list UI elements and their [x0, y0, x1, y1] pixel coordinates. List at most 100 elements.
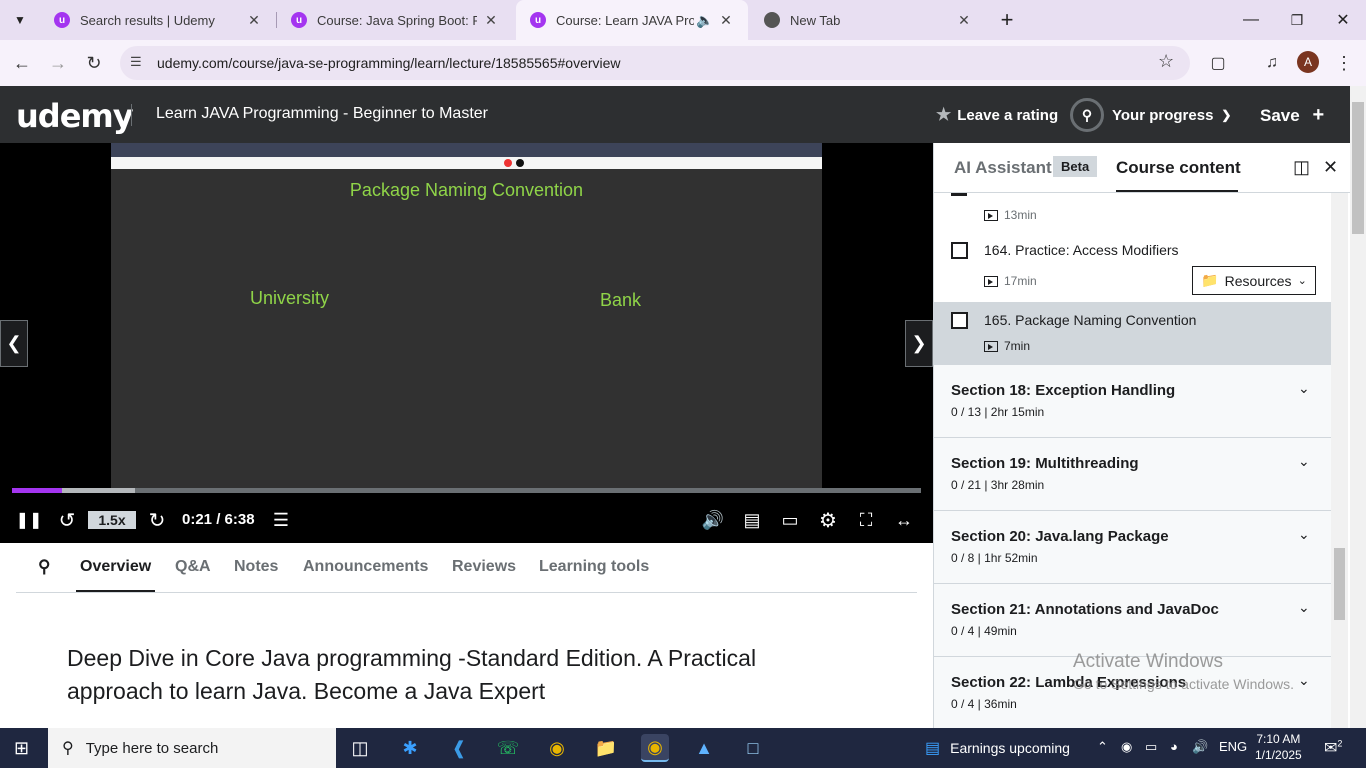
settings-gear-icon[interactable]: ⚙: [814, 507, 842, 533]
rewind-icon[interactable]: ↺: [54, 507, 80, 533]
next-lecture-button[interactable]: ❯: [905, 320, 933, 367]
fullscreen-icon[interactable]: ⛶: [852, 507, 880, 533]
section-title: Section 19: Multithreading: [951, 455, 1139, 472]
tab-ai-assistant[interactable]: AI Assistant: [954, 158, 1052, 178]
page-scroll-thumb[interactable]: [1352, 102, 1364, 234]
minimize-button[interactable]: —: [1228, 0, 1274, 40]
close-tab-icon[interactable]: ✕: [718, 12, 734, 29]
section-19[interactable]: Section 19: Multithreading 0 / 21 | 3hr …: [934, 438, 1332, 511]
seek-bar[interactable]: [12, 488, 921, 493]
resources-dropdown[interactable]: 📁 Resources ⌄: [1192, 266, 1316, 295]
close-tab-icon[interactable]: ✕: [483, 12, 499, 29]
task-view-icon[interactable]: ◫: [346, 734, 374, 762]
lecture-checkbox[interactable]: [951, 242, 968, 259]
windows-start-icon[interactable]: ⊞: [14, 738, 29, 759]
taskbar-search-box[interactable]: ⚲ Type here to search: [48, 728, 336, 768]
sidebar-scroll-thumb[interactable]: [1334, 548, 1345, 620]
sidebar-scrollbar[interactable]: [1331, 193, 1348, 728]
site-info-icon[interactable]: ☰: [130, 54, 148, 72]
udemy-logo[interactable]: udemy: [16, 97, 134, 135]
browser-tab-search-results[interactable]: u Search results | Udemy ✕: [40, 0, 276, 40]
add-note-icon[interactable]: ☰: [268, 507, 294, 533]
red-pen-icon: [504, 159, 512, 167]
section-18[interactable]: Section 18: Exception Handling 0 / 13 | …: [934, 365, 1332, 438]
tab-overview[interactable]: Overview: [80, 558, 151, 576]
section-21[interactable]: Section 21: Annotations and JavaDoc 0 / …: [934, 584, 1332, 657]
section-meta: 0 / 21 | 3hr 28min: [951, 478, 1045, 492]
close-window-button[interactable]: ✕: [1320, 0, 1366, 40]
battery-icon[interactable]: ▭: [1145, 739, 1157, 755]
course-title[interactable]: Learn JAVA Programming - Beginner to Mas…: [156, 105, 488, 123]
checkbox-partial[interactable]: [951, 193, 967, 196]
lecture-checkbox[interactable]: [951, 312, 968, 329]
show-hidden-icons-icon[interactable]: ⌃: [1097, 739, 1108, 755]
new-tab-button[interactable]: +: [984, 0, 1030, 40]
file-explorer-icon[interactable]: 📁: [592, 734, 620, 762]
tab-course-content[interactable]: Course content: [1116, 158, 1241, 178]
tab-qa[interactable]: Q&A: [175, 558, 211, 576]
taskbar-clock[interactable]: 7:10 AM 1/1/2025: [1255, 731, 1302, 763]
previous-lecture-button[interactable]: ❮: [0, 320, 28, 367]
restore-button[interactable]: ❐: [1274, 0, 1320, 40]
close-sidebar-icon[interactable]: ✕: [1323, 157, 1338, 178]
expand-width-icon[interactable]: ↔: [890, 507, 918, 533]
leave-rating-button[interactable]: ★ Leave a rating: [936, 105, 1058, 125]
lecture-item-165-current[interactable]: 165. Package Naming Convention 7min: [934, 302, 1332, 365]
menu-kebab-icon[interactable]: ⋮: [1329, 48, 1359, 78]
black-pen-icon: [516, 159, 524, 167]
tab-reviews[interactable]: Reviews: [452, 558, 516, 576]
dock-panel-icon[interactable]: ◫: [1293, 157, 1310, 178]
bookmark-star-icon[interactable]: ☆: [1158, 51, 1174, 72]
tab-learning-tools[interactable]: Learning tools: [539, 558, 649, 576]
profile-avatar[interactable]: A: [1297, 51, 1319, 73]
chrome-icon[interactable]: ◉: [543, 734, 571, 762]
tab-notes[interactable]: Notes: [234, 558, 278, 576]
vscode-icon[interactable]: ❰: [445, 734, 473, 762]
section-meta: 0 / 8 | 1hr 52min: [951, 551, 1038, 565]
search-icon[interactable]: ⚲: [38, 557, 50, 577]
news-widget[interactable]: ▤ Earnings upcoming: [925, 738, 1070, 758]
photos-icon[interactable]: ▲: [690, 734, 718, 762]
volume-tray-icon[interactable]: 🔊: [1192, 739, 1208, 755]
wifi-icon[interactable]: ◕: [1170, 739, 1178, 754]
chrome-active-icon[interactable]: ◉: [641, 734, 669, 762]
captions-icon[interactable]: ▭: [776, 507, 804, 533]
browser-tab-learn-java[interactable]: u Course: Learn JAVA Progran 🔈 ✕: [516, 0, 748, 40]
chevron-down-icon: ⌄: [1298, 380, 1310, 396]
whatsapp-icon[interactable]: ☏: [494, 734, 522, 762]
video-player[interactable]: Package Naming Convention University Ban…: [0, 143, 933, 543]
tab-announcements[interactable]: Announcements: [303, 558, 428, 576]
close-tab-icon[interactable]: ✕: [956, 12, 972, 29]
playback-speed-button[interactable]: 1.5x: [88, 511, 136, 529]
lecture-item-previous[interactable]: 13min: [934, 193, 1332, 229]
tab-title: Course: Learn JAVA Progran: [556, 12, 694, 28]
save-button[interactable]: Save +: [1260, 104, 1324, 127]
reload-button[interactable]: ↻: [79, 48, 109, 78]
language-indicator[interactable]: ENG: [1219, 739, 1247, 754]
notification-center-icon[interactable]: ✉2: [1324, 738, 1342, 758]
forward-icon[interactable]: ↻: [144, 507, 170, 533]
extensions-icon[interactable]: ▢: [1203, 48, 1233, 78]
lecture-item-164[interactable]: 164. Practice: Access Modifiers 17min 📁 …: [934, 229, 1332, 302]
tab-title: New Tab: [790, 12, 841, 28]
volume-icon[interactable]: 🔊: [700, 507, 726, 533]
url-text[interactable]: udemy.com/course/java-se-programming/lea…: [157, 55, 621, 71]
close-tab-icon[interactable]: ✕: [246, 12, 262, 29]
browser-tab-spring-boot[interactable]: u Course: Java Spring Boot: Profe ✕: [277, 0, 513, 40]
forward-button[interactable]: →: [43, 48, 73, 78]
transcript-icon[interactable]: ▤: [739, 507, 765, 533]
notes-app-icon[interactable]: □: [739, 734, 767, 762]
browser-tab-new-tab[interactable]: New Tab ✕: [750, 0, 986, 40]
your-progress-button[interactable]: ⚲ Your progress ❯: [1070, 98, 1231, 132]
address-bar[interactable]: ☰ udemy.com/course/java-se-programming/l…: [120, 46, 1190, 80]
media-control-icon[interactable]: ♫: [1257, 48, 1287, 78]
speaker-icon[interactable]: 🔈: [696, 12, 713, 29]
tab-search-icon[interactable]: ▼: [0, 0, 40, 40]
back-button[interactable]: ←: [7, 48, 37, 78]
meet-icon[interactable]: ◉: [1121, 739, 1132, 755]
header-divider: [131, 104, 132, 126]
section-20[interactable]: Section 20: Java.lang Package 0 / 8 | 1h…: [934, 511, 1332, 584]
pause-button[interactable]: ❚❚: [16, 507, 43, 533]
copilot-icon[interactable]: ✱: [396, 734, 424, 762]
video-icon: [984, 209, 998, 221]
